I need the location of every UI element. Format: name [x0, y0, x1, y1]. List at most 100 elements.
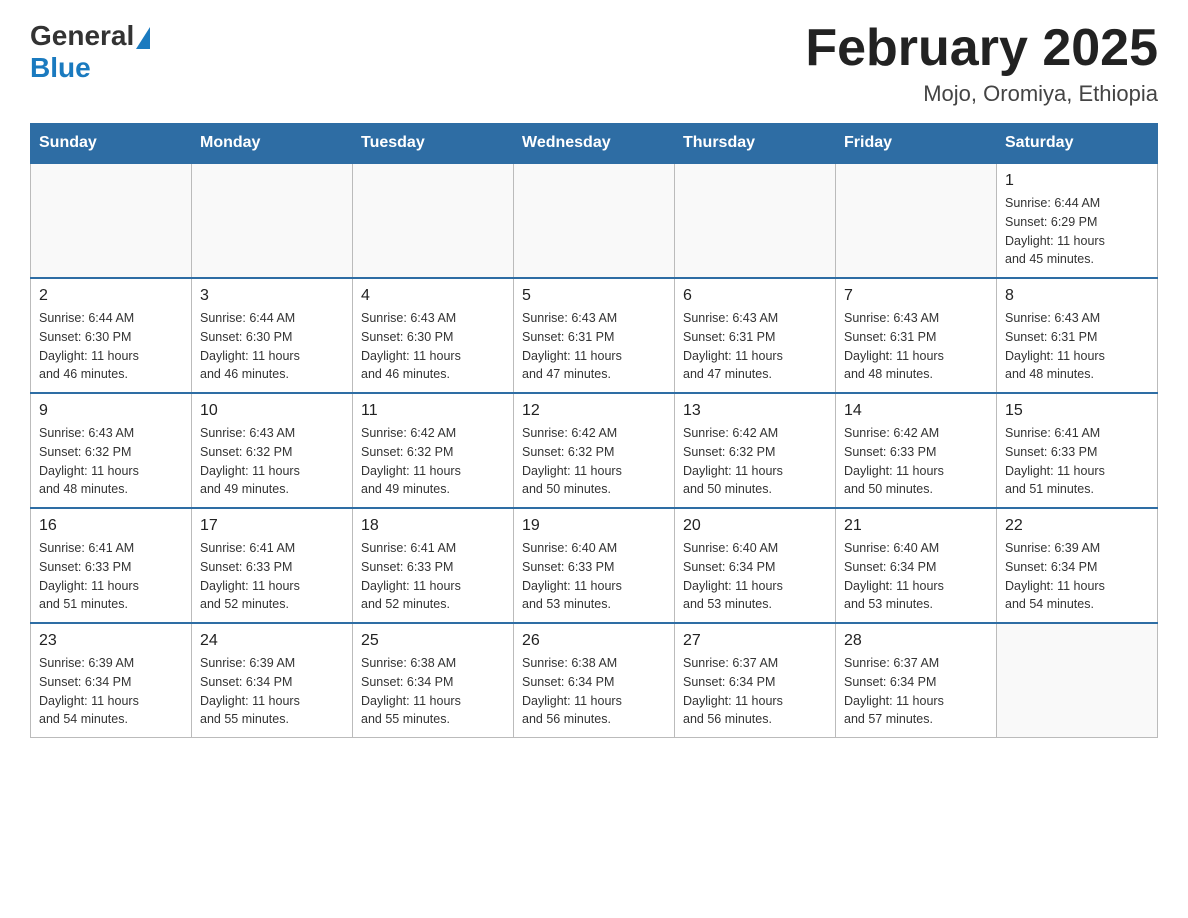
week-row-2: 2 Sunrise: 6:44 AMSunset: 6:30 PMDaylight… [31, 278, 1158, 393]
calendar-cell [31, 163, 192, 278]
calendar-cell [192, 163, 353, 278]
day-number: 14 [844, 402, 988, 420]
day-number: 17 [200, 517, 344, 535]
day-number: 23 [39, 632, 183, 650]
calendar-cell: 14 Sunrise: 6:42 AMSunset: 6:33 PMDayligh… [836, 393, 997, 508]
calendar-cell [997, 623, 1158, 738]
day-info: Sunrise: 6:37 AMSunset: 6:34 PMDaylight:… [683, 654, 827, 729]
logo: General Blue [30, 20, 150, 84]
day-number: 20 [683, 517, 827, 535]
week-row-3: 9Sunrise: 6:43 AMSunset: 6:32 PMDaylight… [31, 393, 1158, 508]
calendar-cell: 15 Sunrise: 6:41 AMSunset: 6:33 PMDayligh… [997, 393, 1158, 508]
day-number: 28 [844, 632, 988, 650]
week-row-5: 23 Sunrise: 6:39 AMSunset: 6:34 PMDayligh… [31, 623, 1158, 738]
calendar-cell: 20Sunrise: 6:40 AMSunset: 6:34 PMDayligh… [675, 508, 836, 623]
calendar-cell: 11 Sunrise: 6:42 AMSunset: 6:32 PMDayligh… [353, 393, 514, 508]
day-info: Sunrise: 6:43 AMSunset: 6:31 PMDaylight:… [844, 309, 988, 384]
day-info: Sunrise: 6:43 AMSunset: 6:31 PMDaylight:… [683, 309, 827, 384]
month-year-title: February 2025 [805, 20, 1158, 77]
day-number: 16 [39, 517, 183, 535]
day-info: Sunrise: 6:41 AMSunset: 6:33 PMDaylight:… [39, 539, 183, 614]
day-number: 4 [361, 287, 505, 305]
calendar-cell: 18 Sunrise: 6:41 AMSunset: 6:33 PMDayligh… [353, 508, 514, 623]
day-number: 3 [200, 287, 344, 305]
calendar-cell: 21Sunrise: 6:40 AMSunset: 6:34 PMDayligh… [836, 508, 997, 623]
day-info: Sunrise: 6:43 AMSunset: 6:30 PMDaylight:… [361, 309, 505, 384]
logo-general-text: General [30, 20, 134, 52]
day-info: Sunrise: 6:38 AMSunset: 6:34 PMDaylight:… [522, 654, 666, 729]
calendar-cell: 19 Sunrise: 6:40 AMSunset: 6:33 PMDayligh… [514, 508, 675, 623]
day-info: Sunrise: 6:42 AMSunset: 6:32 PMDaylight:… [361, 424, 505, 499]
day-info: Sunrise: 6:44 AMSunset: 6:29 PMDaylight:… [1005, 194, 1149, 269]
day-info: Sunrise: 6:43 AMSunset: 6:31 PMDaylight:… [522, 309, 666, 384]
day-info: Sunrise: 6:38 AMSunset: 6:34 PMDaylight:… [361, 654, 505, 729]
calendar-cell: 12 Sunrise: 6:42 AMSunset: 6:32 PMDayligh… [514, 393, 675, 508]
day-number: 13 [683, 402, 827, 420]
day-info: Sunrise: 6:43 AMSunset: 6:31 PMDaylight:… [1005, 309, 1149, 384]
calendar-cell: 8 Sunrise: 6:43 AMSunset: 6:31 PMDaylight… [997, 278, 1158, 393]
day-number: 27 [683, 632, 827, 650]
day-info: Sunrise: 6:42 AMSunset: 6:32 PMDaylight:… [522, 424, 666, 499]
location-subtitle: Mojo, Oromiya, Ethiopia [805, 81, 1158, 107]
day-info: Sunrise: 6:44 AMSunset: 6:30 PMDaylight:… [39, 309, 183, 384]
calendar-cell: 13 Sunrise: 6:42 AMSunset: 6:32 PMDayligh… [675, 393, 836, 508]
calendar-cell: 23 Sunrise: 6:39 AMSunset: 6:34 PMDayligh… [31, 623, 192, 738]
day-number: 10 [200, 402, 344, 420]
day-number: 24 [200, 632, 344, 650]
calendar-cell: 17 Sunrise: 6:41 AMSunset: 6:33 PMDayligh… [192, 508, 353, 623]
day-info: Sunrise: 6:39 AMSunset: 6:34 PMDaylight:… [39, 654, 183, 729]
calendar-cell: 22Sunrise: 6:39 AMSunset: 6:34 PMDayligh… [997, 508, 1158, 623]
calendar-cell: 4 Sunrise: 6:43 AMSunset: 6:30 PMDaylight… [353, 278, 514, 393]
calendar-cell: 28 Sunrise: 6:37 AMSunset: 6:34 PMDayligh… [836, 623, 997, 738]
day-info: Sunrise: 6:40 AMSunset: 6:33 PMDaylight:… [522, 539, 666, 614]
calendar-cell: 9Sunrise: 6:43 AMSunset: 6:32 PMDaylight… [31, 393, 192, 508]
day-number: 8 [1005, 287, 1149, 305]
weekday-header-tuesday: Tuesday [353, 124, 514, 164]
day-number: 11 [361, 402, 505, 420]
weekday-header-monday: Monday [192, 124, 353, 164]
day-info: Sunrise: 6:41 AMSunset: 6:33 PMDaylight:… [1005, 424, 1149, 499]
day-info: Sunrise: 6:42 AMSunset: 6:33 PMDaylight:… [844, 424, 988, 499]
weekday-header-row: SundayMondayTuesdayWednesdayThursdayFrid… [31, 124, 1158, 164]
day-info: Sunrise: 6:37 AMSunset: 6:34 PMDaylight:… [844, 654, 988, 729]
calendar-cell [836, 163, 997, 278]
day-number: 12 [522, 402, 666, 420]
day-number: 21 [844, 517, 988, 535]
calendar-cell: 25 Sunrise: 6:38 AMSunset: 6:34 PMDayligh… [353, 623, 514, 738]
day-number: 5 [522, 287, 666, 305]
day-number: 7 [844, 287, 988, 305]
day-number: 15 [1005, 402, 1149, 420]
weekday-header-sunday: Sunday [31, 124, 192, 164]
calendar-cell: 27 Sunrise: 6:37 AMSunset: 6:34 PMDayligh… [675, 623, 836, 738]
weekday-header-wednesday: Wednesday [514, 124, 675, 164]
day-info: Sunrise: 6:42 AMSunset: 6:32 PMDaylight:… [683, 424, 827, 499]
weekday-header-thursday: Thursday [675, 124, 836, 164]
day-number: 22 [1005, 517, 1149, 535]
calendar-cell [514, 163, 675, 278]
calendar-cell: 5 Sunrise: 6:43 AMSunset: 6:31 PMDaylight… [514, 278, 675, 393]
logo-triangle-icon [136, 27, 150, 49]
calendar-cell: 7 Sunrise: 6:43 AMSunset: 6:31 PMDaylight… [836, 278, 997, 393]
day-number: 6 [683, 287, 827, 305]
weekday-header-friday: Friday [836, 124, 997, 164]
week-row-4: 16 Sunrise: 6:41 AMSunset: 6:33 PMDayligh… [31, 508, 1158, 623]
day-info: Sunrise: 6:44 AMSunset: 6:30 PMDaylight:… [200, 309, 344, 384]
calendar-cell [353, 163, 514, 278]
day-info: Sunrise: 6:41 AMSunset: 6:33 PMDaylight:… [361, 539, 505, 614]
day-info: Sunrise: 6:39 AMSunset: 6:34 PMDaylight:… [200, 654, 344, 729]
day-number: 19 [522, 517, 666, 535]
day-number: 1 [1005, 172, 1149, 190]
calendar-cell: 26 Sunrise: 6:38 AMSunset: 6:34 PMDayligh… [514, 623, 675, 738]
day-number: 25 [361, 632, 505, 650]
week-row-1: 1 Sunrise: 6:44 AMSunset: 6:29 PMDaylight… [31, 163, 1158, 278]
day-number: 9 [39, 402, 183, 420]
day-number: 26 [522, 632, 666, 650]
page-header: General Blue February 2025 Mojo, Oromiya… [30, 20, 1158, 107]
day-info: Sunrise: 6:41 AMSunset: 6:33 PMDaylight:… [200, 539, 344, 614]
logo-blue-text: Blue [30, 52, 91, 84]
calendar-cell [675, 163, 836, 278]
calendar-cell: 2 Sunrise: 6:44 AMSunset: 6:30 PMDaylight… [31, 278, 192, 393]
calendar-cell: 24 Sunrise: 6:39 AMSunset: 6:34 PMDayligh… [192, 623, 353, 738]
day-number: 2 [39, 287, 183, 305]
day-number: 18 [361, 517, 505, 535]
